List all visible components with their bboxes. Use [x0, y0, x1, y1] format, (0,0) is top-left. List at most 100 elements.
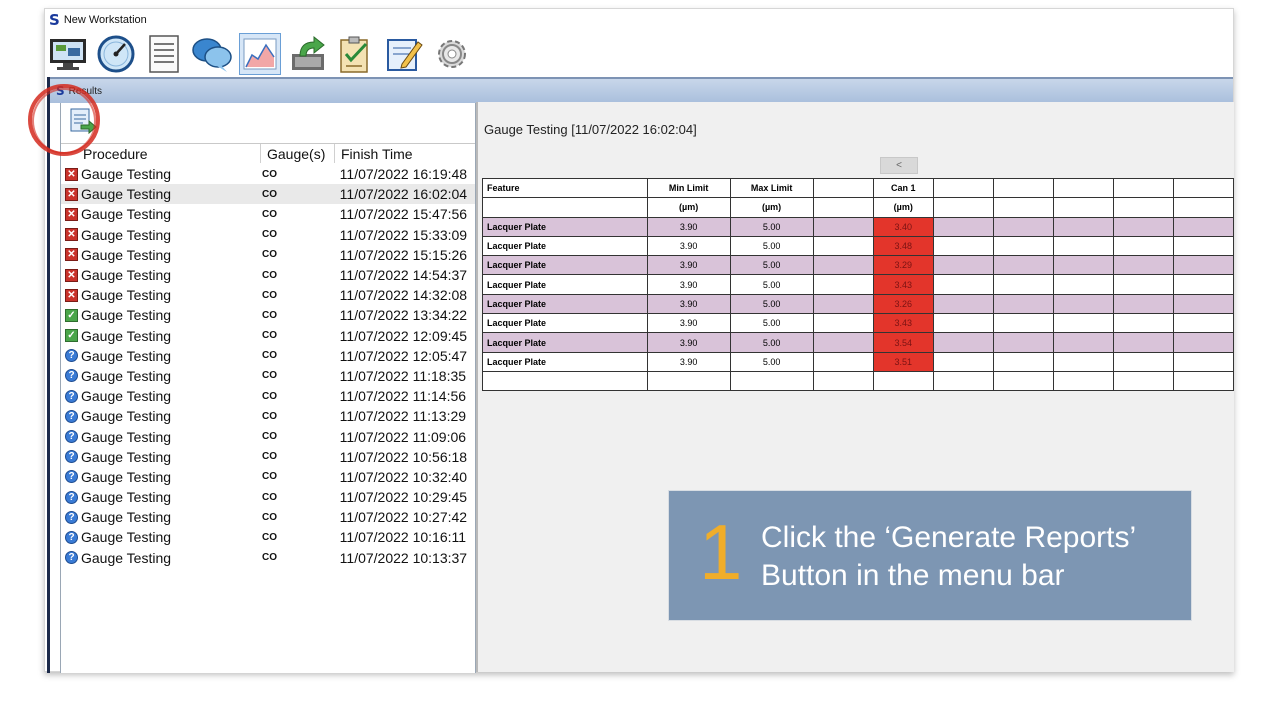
- feature-cell: Lacquer Plate: [482, 216, 648, 237]
- feature-cell: Lacquer Plate: [482, 274, 648, 295]
- grid-cell-empty: [932, 293, 994, 315]
- list-item[interactable]: ? Gauge Testing CO 11/07/2022 10:29:45: [61, 487, 475, 507]
- gauge-dial-icon[interactable]: [95, 33, 137, 75]
- list-item[interactable]: ? Gauge Testing CO 11/07/2022 11:18:35: [61, 366, 475, 386]
- step-number: 1: [699, 508, 743, 596]
- list-item[interactable]: ✓ Gauge Testing CO 11/07/2022 13:34:22: [61, 305, 475, 325]
- grid-cell-empty: [1052, 235, 1114, 257]
- list-item[interactable]: ✕ Gauge Testing CO 11/07/2022 16:02:04: [61, 184, 475, 205]
- gear-icon[interactable]: [431, 33, 473, 75]
- grid-row[interactable]: Lacquer Plate 3.90 5.00 3.26: [482, 293, 1235, 315]
- grid-cell-empty: [992, 197, 1054, 218]
- finish-time: 11/07/2022 11:09:06: [339, 428, 467, 445]
- list-item[interactable]: ? Gauge Testing CO 11/07/2022 10:32:40: [61, 467, 475, 487]
- gauge-code: CO: [262, 370, 278, 382]
- grid-cell-empty: [1172, 370, 1235, 392]
- max-cell: 5.00: [729, 216, 814, 237]
- grid-cell-empty: [1112, 255, 1174, 276]
- header-max-limit: Max Limit: [729, 177, 814, 199]
- checklist-icon[interactable]: [335, 33, 377, 75]
- max-cell: 5.00: [729, 332, 814, 353]
- column-header-procedure[interactable]: Procedure: [61, 144, 261, 163]
- list-item[interactable]: ? Gauge Testing CO 11/07/2022 11:09:06: [61, 426, 475, 446]
- finish-time: 11/07/2022 15:47:56: [339, 206, 468, 223]
- procedure-name: Gauge Testing: [81, 549, 172, 566]
- list-item[interactable]: ✕ Gauge Testing CO 11/07/2022 15:33:09: [61, 225, 475, 245]
- grid-cell-empty: [812, 216, 874, 237]
- header-can-1: Can 1: [872, 177, 934, 199]
- procedure-name: Gauge Testing: [81, 307, 172, 324]
- grid-row[interactable]: Lacquer Plate 3.90 5.00 3.40: [482, 216, 1235, 237]
- grid-cell-empty: [992, 313, 1054, 334]
- grid-cell-empty: [1052, 313, 1114, 334]
- grid-cell-empty: [1172, 177, 1235, 199]
- procedure-name: Gauge Testing: [81, 428, 172, 445]
- list-item[interactable]: ✕ Gauge Testing CO 11/07/2022 14:54:37: [61, 265, 475, 285]
- list-item[interactable]: ✕ Gauge Testing CO 11/07/2022 15:47:56: [61, 204, 475, 224]
- procedure-name: Gauge Testing: [81, 246, 172, 263]
- column-header-gauges[interactable]: Gauge(s): [261, 144, 335, 163]
- list-item[interactable]: ? Gauge Testing CO 11/07/2022 10:56:18: [61, 447, 475, 467]
- grid-cell-empty: [992, 274, 1054, 295]
- grid-row[interactable]: Lacquer Plate 3.90 5.00 3.43: [482, 313, 1235, 334]
- grid-row[interactable]: Lacquer Plate 3.90 5.00 3.48: [482, 235, 1235, 257]
- grid-cell-empty: [812, 255, 874, 276]
- finish-time: 11/07/2022 10:16:11: [339, 529, 467, 546]
- grid-cell-empty: [812, 177, 874, 199]
- chart-icon[interactable]: [239, 33, 281, 75]
- workstation-icon[interactable]: [47, 33, 89, 75]
- list-item[interactable]: ✕ Gauge Testing CO 11/07/2022 14:32:08: [61, 285, 475, 305]
- grid-cell-empty: [812, 313, 874, 334]
- grid-cell-empty: [932, 255, 994, 276]
- grid-cell-empty: [1172, 313, 1235, 334]
- chat-icon[interactable]: [191, 33, 233, 75]
- grid-row[interactable]: Lacquer Plate 3.90 5.00 3.51: [482, 351, 1235, 372]
- grid-cell-empty: [1112, 313, 1174, 334]
- grid-cell-empty: [812, 274, 874, 295]
- detail-title: Gauge Testing [11/07/2022 16:02:04]: [484, 122, 697, 137]
- gauge-code: CO: [262, 390, 278, 402]
- procedure-name: Gauge Testing: [81, 408, 172, 425]
- list-item[interactable]: ✕ Gauge Testing CO 11/07/2022 15:15:26: [61, 245, 475, 265]
- list-item[interactable]: ✕ Gauge Testing CO 11/07/2022 16:19:48: [61, 164, 475, 184]
- grid-row[interactable]: Lacquer Plate 3.90 5.00 3.29: [482, 255, 1235, 276]
- gauge-code: CO: [262, 531, 278, 543]
- gauge-code: CO: [262, 471, 278, 483]
- edit-form-icon[interactable]: [383, 33, 425, 75]
- grid-cell-empty: [1172, 274, 1235, 295]
- grid-cell-empty: [992, 235, 1054, 257]
- data-sheet-icon[interactable]: [143, 33, 185, 75]
- min-cell: 3.90: [646, 216, 731, 237]
- grid-row[interactable]: Lacquer Plate 3.90 5.00 3.54: [482, 332, 1235, 353]
- list-item[interactable]: ? Gauge Testing CO 11/07/2022 11:13:29: [61, 406, 475, 426]
- gauge-code: CO: [262, 451, 278, 463]
- measurement-grid: Feature Min Limit Max Limit Can 1 (µm) (…: [482, 177, 1235, 392]
- list-item[interactable]: ? Gauge Testing CO 11/07/2022 10:16:11: [61, 527, 475, 547]
- list-item[interactable]: ? Gauge Testing CO 11/07/2022 11:14:56: [61, 386, 475, 406]
- gauge-code: CO: [262, 431, 278, 443]
- list-item[interactable]: ? Gauge Testing CO 11/07/2022 10:27:42: [61, 507, 475, 527]
- gauge-code: CO: [262, 511, 278, 523]
- list-item[interactable]: ✓ Gauge Testing CO 11/07/2022 12:09:45: [61, 326, 475, 346]
- finish-time: 11/07/2022 12:09:45: [339, 327, 468, 344]
- app-logo-icon: S: [49, 11, 60, 29]
- feature-cell: Lacquer Plate: [482, 293, 648, 315]
- unknown-status-icon: ?: [65, 450, 78, 464]
- min-cell: 3.90: [646, 351, 731, 372]
- export-icon[interactable]: [287, 33, 329, 75]
- grid-cell-empty: [1172, 351, 1235, 372]
- scroll-left-button[interactable]: <: [880, 157, 918, 174]
- list-item[interactable]: ? Gauge Testing CO 11/07/2022 10:13:37: [61, 548, 475, 568]
- max-cell: 5.00: [729, 293, 814, 315]
- finish-time: 11/07/2022 12:05:47: [339, 347, 468, 364]
- gauge-code: CO: [262, 350, 278, 362]
- finish-time: 11/07/2022 15:15:26: [339, 246, 468, 263]
- grid-cell-empty: [992, 293, 1054, 315]
- finish-time: 11/07/2022 11:13:29: [339, 408, 467, 425]
- procedure-name: Gauge Testing: [81, 509, 172, 526]
- column-header-finish-time[interactable]: Finish Time: [335, 144, 471, 163]
- window-title: New Workstation: [63, 14, 147, 26]
- gauge-code: CO: [262, 249, 278, 261]
- grid-row[interactable]: Lacquer Plate 3.90 5.00 3.43: [482, 274, 1235, 295]
- list-item[interactable]: ? Gauge Testing CO 11/07/2022 12:05:47: [61, 346, 475, 366]
